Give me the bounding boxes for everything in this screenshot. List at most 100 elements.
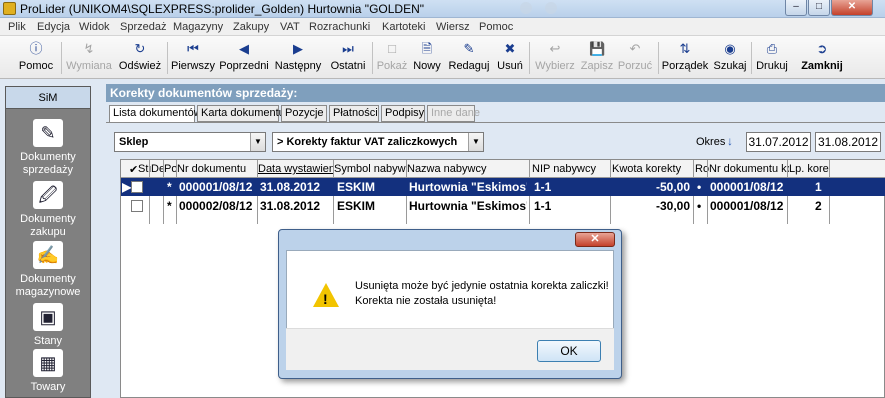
close-window-button[interactable]: ✕ bbox=[831, 0, 873, 16]
menu-zakupy[interactable]: Zakupy bbox=[233, 21, 269, 33]
new-document-icon: 🗎 bbox=[421, 41, 433, 56]
chevron-down-icon: ▼ bbox=[468, 133, 483, 151]
menu-edycja[interactable]: Edycja bbox=[37, 21, 70, 33]
dialog-footer: OK bbox=[286, 328, 614, 370]
menu-kartoteki[interactable]: Kartoteki bbox=[382, 21, 425, 33]
dialog-message-line1: Usunięta może być jedynie ostatnia korek… bbox=[355, 280, 609, 292]
col-correction-lp[interactable]: Lp. kore bbox=[789, 163, 829, 175]
select-icon: ↩ bbox=[549, 41, 561, 56]
col-buyer-name[interactable]: Nazwa nabywcy bbox=[407, 163, 527, 175]
help-icon: ⓘ bbox=[29, 41, 43, 56]
grid-header: ✔ Stı De Po Nr dokumentu Data wystawieni… bbox=[121, 160, 885, 178]
maximize-button[interactable]: □ bbox=[808, 0, 830, 16]
row-checkbox[interactable] bbox=[131, 181, 143, 193]
sort-az-icon: ⇅ bbox=[679, 41, 691, 56]
pen-document-icon: ✎ bbox=[33, 119, 63, 147]
row-checkbox[interactable] bbox=[131, 200, 143, 212]
nav-goods[interactable]: ▦ Towary bbox=[6, 349, 90, 394]
menu-plik[interactable]: Plik bbox=[8, 21, 26, 33]
discard-button[interactable]: ↶ Porzuć bbox=[616, 39, 654, 76]
menu-wiersz[interactable]: Wiersz bbox=[436, 21, 470, 33]
menu-rozrachunki[interactable]: Rozrachunki bbox=[309, 21, 370, 33]
save-icon: 💾 bbox=[589, 41, 606, 56]
save-button[interactable]: 💾 Zapisz bbox=[579, 39, 615, 76]
previous-icon: ◀ bbox=[239, 41, 249, 56]
previous-record-button[interactable]: ◀ Poprzedni bbox=[218, 39, 270, 76]
next-record-button[interactable]: ▶ Następny bbox=[272, 39, 324, 76]
col-document-number[interactable]: Nr dokumentu bbox=[177, 163, 259, 175]
tab-items[interactable]: Pozycje bbox=[281, 105, 327, 122]
chevron-down-icon: ▼ bbox=[250, 133, 265, 151]
dialog-message-line2: Korekta nie została usunięta! bbox=[355, 295, 497, 307]
search-button[interactable]: ◉ Szukaj bbox=[712, 39, 748, 76]
undo-icon: ↶ bbox=[629, 41, 641, 56]
toolbar-separator bbox=[529, 42, 530, 74]
store-select[interactable]: Sklep ▼ bbox=[114, 132, 266, 152]
refresh-button[interactable]: ↻ Odśwież bbox=[117, 39, 163, 76]
nav-stock[interactable]: ▣ Stany bbox=[6, 303, 90, 348]
table-row[interactable]: * 000002/08/12 31.08.2012 ESKIM Hurtowni… bbox=[121, 197, 885, 215]
binoculars-icon: ◉ bbox=[724, 41, 736, 56]
exit-door-icon: ➲ bbox=[816, 41, 828, 56]
col-issue-date[interactable]: Data wystawienia bbox=[258, 163, 333, 175]
module-header: SiM bbox=[6, 87, 90, 109]
row-pointer-icon: ▶ bbox=[122, 180, 132, 194]
col-check[interactable]: ✔ bbox=[129, 163, 137, 176]
edit-icon: ✎ bbox=[463, 41, 475, 56]
nav-warehouse-documents[interactable]: ✍ Dokumenty magazynowe bbox=[6, 241, 90, 299]
exchange-button[interactable]: ↯ Wymiana bbox=[64, 39, 114, 76]
toolbar-separator bbox=[658, 42, 659, 74]
tab-payments[interactable]: Płatności bbox=[329, 105, 379, 122]
document-type-select[interactable]: > Korekty faktur VAT zaliczkowych ▼ bbox=[272, 132, 484, 152]
app-icon bbox=[3, 2, 16, 15]
col-buyer-nip[interactable]: NIP nabywcy bbox=[532, 163, 607, 175]
tab-document-card[interactable]: Karta dokumentu bbox=[197, 105, 285, 122]
date-from-field[interactable]: 31.07.2012 bbox=[746, 132, 811, 152]
date-to-field[interactable]: 31.08.2012 bbox=[815, 132, 881, 152]
stock-icon: ▣ bbox=[33, 303, 63, 331]
show-icon: □ bbox=[388, 41, 396, 56]
left-navigation-panel: SiM ✎ Dokumenty sprzedaży 🖉 Dokumenty za… bbox=[5, 86, 91, 398]
col-buyer-symbol[interactable]: Symbol nabywcy bbox=[334, 163, 406, 175]
print-button[interactable]: ⎙ Drukuj bbox=[754, 39, 790, 76]
menu-widok[interactable]: Widok bbox=[79, 21, 110, 33]
minimize-button[interactable]: – bbox=[785, 0, 807, 16]
col-corrected-document-number[interactable]: Nr dokumentu kor bbox=[709, 163, 789, 175]
message-dialog: ✕ ! Usunięta może być jedynie ostatnia k… bbox=[278, 229, 622, 379]
new-button[interactable]: 🗎 Nowy bbox=[411, 39, 443, 76]
last-record-button[interactable]: ⏭ Ostatni bbox=[326, 39, 370, 76]
ok-button[interactable]: OK bbox=[537, 340, 601, 362]
edit-button[interactable]: ✎ Redaguj bbox=[447, 39, 491, 76]
menu-magazyny[interactable]: Magazyny bbox=[173, 21, 223, 33]
first-record-button[interactable]: ⏮ Pierwszy bbox=[170, 39, 216, 76]
tab-document-list[interactable]: Lista dokumentów bbox=[109, 105, 202, 123]
printer-icon: ⎙ bbox=[766, 41, 778, 56]
toolbar-separator bbox=[61, 42, 62, 74]
next-icon: ▶ bbox=[293, 41, 303, 56]
dialog-close-button[interactable]: ✕ bbox=[575, 232, 615, 247]
tab-other-data[interactable]: Inne dane bbox=[427, 105, 480, 122]
nav-purchase-documents[interactable]: 🖉 Dokumenty zakupu bbox=[6, 181, 90, 239]
table-row[interactable]: ▶ * 000001/08/12 31.08.2012 ESKIM Hurtow… bbox=[121, 178, 885, 196]
arrow-down-icon[interactable]: ↓ bbox=[727, 134, 733, 148]
panel-header: Korekty dokumentów sprzedaży: bbox=[106, 84, 885, 102]
menu-vat[interactable]: VAT bbox=[280, 21, 300, 33]
sort-order-button[interactable]: ⇅ Porządek bbox=[660, 39, 710, 76]
toolbar-separator bbox=[372, 42, 373, 74]
tab-signatures[interactable]: Podpisy bbox=[381, 105, 425, 122]
tab-divider bbox=[106, 122, 885, 123]
col-correction-amount[interactable]: Kwota korekty bbox=[612, 163, 692, 175]
purchase-document-icon: 🖉 bbox=[33, 181, 63, 209]
menu-pomoc[interactable]: Pomoc bbox=[479, 21, 513, 33]
delete-button[interactable]: ✖ Usuń bbox=[494, 39, 526, 76]
menu-sprzedaz[interactable]: Sprzedaż bbox=[120, 21, 166, 33]
goods-icon: ▦ bbox=[33, 349, 63, 377]
select-button[interactable]: ↩ Wybierz bbox=[533, 39, 577, 76]
show-button[interactable]: □ Pokaż bbox=[375, 39, 409, 76]
first-icon: ⏮ bbox=[187, 41, 199, 56]
help-button[interactable]: ⓘ Pomoc bbox=[14, 39, 58, 76]
nav-sales-documents[interactable]: ✎ Dokumenty sprzedaży bbox=[6, 119, 90, 177]
toolbar-separator bbox=[751, 42, 752, 74]
close-module-button[interactable]: ➲ Zamknij bbox=[798, 39, 846, 76]
delete-x-icon: ✖ bbox=[504, 41, 516, 56]
